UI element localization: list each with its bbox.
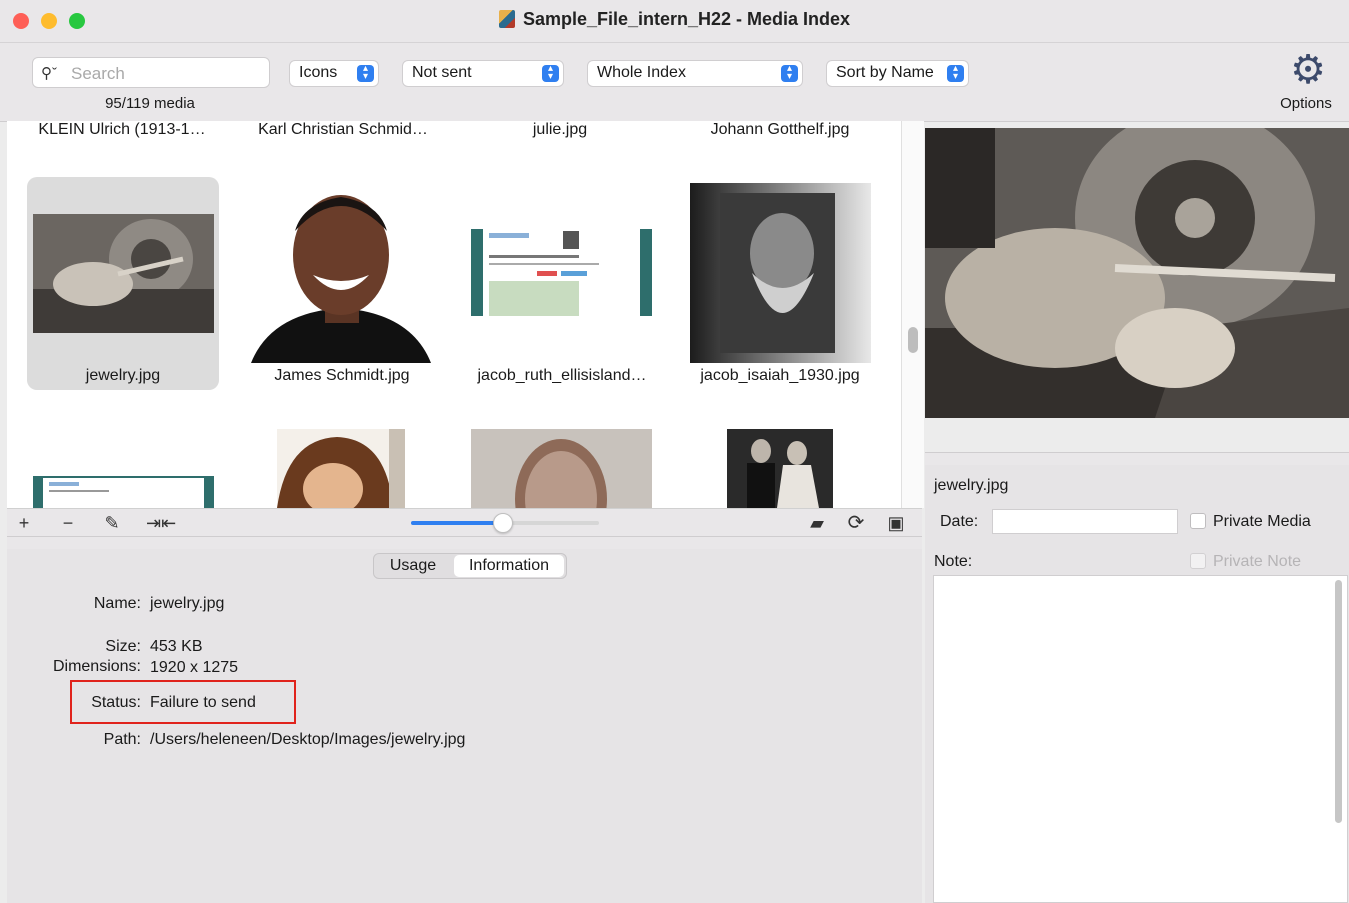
tab-usage[interactable]: Usage <box>374 557 452 575</box>
status-highlight-box <box>70 680 296 724</box>
split-divider[interactable] <box>7 536 922 550</box>
send-filter-popup[interactable]: Not sent ▴ ▾ <box>402 60 564 87</box>
media-preview <box>925 128 1349 418</box>
toolbar: ⚲ˇ Search 95/119 media Icons ▴ ▾ Not sent… <box>0 43 1349 122</box>
pencil-icon[interactable]: ✎ <box>100 511 124 535</box>
updown-chevron-icon: ▴ ▾ <box>781 64 798 82</box>
grid-item-label[interactable]: julie.jpg <box>465 121 655 139</box>
path-label: Path: <box>103 731 141 748</box>
date-field[interactable] <box>992 509 1178 534</box>
plus-icon[interactable]: + <box>12 511 36 535</box>
grid-scrollbar-thumb[interactable] <box>908 327 918 353</box>
scope-label: Whole Index <box>597 64 686 81</box>
path-value: /Users/heleneen/Desktop/Images/jewelry.j… <box>150 731 466 748</box>
private-media-checkbox[interactable] <box>1190 513 1206 529</box>
updown-chevron-icon: ▴ ▾ <box>357 64 374 82</box>
note-scrollbar-thumb[interactable] <box>1335 580 1342 823</box>
grid-item-label[interactable]: Johann Gotthelf.jpg <box>682 121 878 139</box>
sort-popup[interactable]: Sort by Name ▴ ▾ <box>826 60 969 87</box>
document-thumbnail[interactable] <box>33 476 214 508</box>
window-title: Sample_File_intern_H22 - Media Index <box>0 9 1349 30</box>
zoom-slider-knob[interactable] <box>493 513 513 533</box>
options-label[interactable]: Options <box>1270 95 1342 112</box>
media-grid[interactable]: KLEIN Ulrich (1913-1… Karl Christian Sch… <box>7 121 902 508</box>
jewelry-thumbnail[interactable] <box>33 214 214 333</box>
scope-popup[interactable]: Whole Index ▴ ▾ <box>587 60 803 87</box>
updown-chevron-icon: ▴ ▾ <box>947 64 964 82</box>
tab-information[interactable]: Information <box>454 555 564 577</box>
note-label: Note: <box>934 553 973 570</box>
document-icon <box>498 10 515 28</box>
search-icon[interactable]: ⚲ˇ <box>41 64 57 82</box>
name-value: jewelry.jpg <box>150 595 225 612</box>
grid-item-label[interactable]: James Schmidt.jpg <box>245 367 439 385</box>
grid-item-label[interactable]: jewelry.jpg <box>27 367 219 385</box>
detail-filename: jewelry.jpg <box>934 477 1009 494</box>
merge-arrows-icon[interactable]: ⇥⇤ <box>146 511 176 535</box>
window-title-text: Sample_File_intern_H22 - Media Index <box>522 9 851 29</box>
search-placeholder: Search <box>71 64 125 83</box>
info-pane: Usage Information Name: jewelry.jpg Size… <box>7 549 922 903</box>
size-value: 453 KB <box>150 638 203 655</box>
view-mode-popup[interactable]: Icons ▴ ▾ <box>289 60 379 87</box>
grid-item-label[interactable]: KLEIN Ulrich (1913-1… <box>13 121 231 139</box>
updown-chevron-icon: ▴ ▾ <box>542 64 559 82</box>
refresh-icon[interactable]: ⟳ <box>844 511 868 535</box>
folder-icon[interactable]: ▰ <box>805 511 829 535</box>
dimensions-value: 1920 x 1275 <box>150 659 239 676</box>
disk-icon[interactable]: ▣ <box>884 511 908 535</box>
send-filter-label: Not sent <box>412 64 472 81</box>
wedding-photo-thumbnail[interactable] <box>727 429 833 508</box>
ellis-island-thumbnail[interactable] <box>471 229 652 316</box>
title-bar: Sample_File_intern_H22 - Media Index <box>0 0 1349 43</box>
gear-icon[interactable]: ⚙ <box>1287 49 1329 91</box>
portrait-thumbnail[interactable] <box>471 429 652 508</box>
preview-split-divider[interactable] <box>925 452 1349 466</box>
grid-toolbar: + − ✎ ⇥⇤ ▰ ⟳ ▣ <box>7 508 922 537</box>
minus-icon[interactable]: − <box>56 511 80 535</box>
grid-item-label[interactable]: jacob_ruth_ellisisland… <box>465 367 659 385</box>
search-field[interactable]: ⚲ˇ Search <box>32 57 270 88</box>
view-mode-label: Icons <box>299 64 338 81</box>
media-count: 95/119 media <box>105 95 195 112</box>
size-label: Size: <box>105 638 141 655</box>
grid-item-label[interactable]: Karl Christian Schmid… <box>245 121 441 139</box>
grid-item-label[interactable]: jacob_isaiah_1930.jpg <box>682 367 878 385</box>
info-tabs: Usage Information <box>373 553 567 579</box>
private-note-checkbox[interactable] <box>1190 553 1206 569</box>
name-label: Name: <box>93 595 141 612</box>
note-textarea[interactable] <box>933 575 1348 903</box>
private-media-label[interactable]: Private Media <box>1213 513 1311 531</box>
private-note-label[interactable]: Private Note <box>1213 553 1301 571</box>
date-label: Date: <box>940 513 979 530</box>
sort-label: Sort by Name <box>836 64 934 81</box>
grid-scrollbar[interactable] <box>901 121 924 508</box>
james-schmidt-thumbnail[interactable] <box>251 183 431 363</box>
dimensions-label: Dimensions: <box>52 658 141 675</box>
zoom-slider-fill <box>411 521 501 525</box>
portrait-thumbnail[interactable] <box>277 429 405 508</box>
jacob-isaiah-thumbnail[interactable] <box>690 183 871 363</box>
